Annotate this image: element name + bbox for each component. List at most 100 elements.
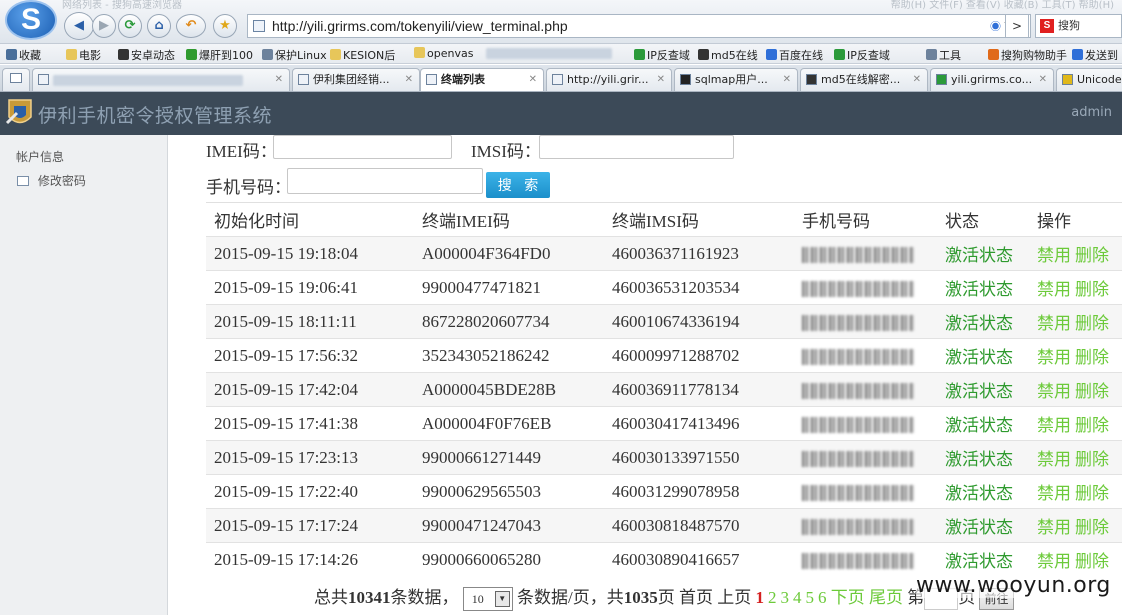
- tab-yili-dealer[interactable]: 伊利集团经销... ✕: [292, 68, 420, 91]
- tab-blurred[interactable]: ✕: [32, 68, 290, 91]
- tab-yili-url[interactable]: http://yili.grir... ✕: [546, 68, 672, 91]
- tab-sqlmap[interactable]: sqlmap用户... ✕: [674, 68, 798, 91]
- cell-init-time: 2015-09-15 19:06:41: [206, 270, 414, 305]
- bookmark-label: IP反查域: [647, 49, 690, 62]
- forward-button[interactable]: ▶: [92, 14, 116, 38]
- delete-link[interactable]: 删除: [1075, 484, 1109, 503]
- bookmark-item[interactable]: IP反查域: [634, 47, 690, 63]
- tab-label: sqlmap用户...: [695, 73, 768, 86]
- bookmark-item[interactable]: 搜狗购物助手: [988, 47, 1067, 63]
- bookmark-item[interactable]: 工具: [926, 47, 961, 63]
- delete-link[interactable]: 删除: [1075, 246, 1109, 265]
- cell-init-time: 2015-09-15 17:41:38: [206, 406, 414, 441]
- home-button[interactable]: ⌂: [147, 14, 171, 38]
- window-icon: [17, 176, 29, 186]
- search-button[interactable]: 搜 索: [486, 172, 550, 198]
- window-title: 网络列表 - 搜狗高速浏览器: [62, 0, 182, 11]
- disable-link[interactable]: 禁用: [1037, 484, 1071, 503]
- go-button[interactable]: >: [1005, 14, 1029, 38]
- address-bar[interactable]: http://yili.grirms.com/tokenyili/view_te…: [247, 14, 1031, 38]
- delete-link[interactable]: 删除: [1075, 552, 1109, 571]
- close-icon[interactable]: ✕: [405, 69, 413, 90]
- watermark: www.wooyun.org: [916, 573, 1111, 598]
- bookmark-item[interactable]: 安卓动态: [118, 47, 175, 63]
- bookmark-item[interactable]: 电影: [66, 47, 101, 63]
- disable-link[interactable]: 禁用: [1037, 416, 1071, 435]
- tab-md5[interactable]: md5在线解密... ✕: [800, 68, 928, 91]
- bookmark-item[interactable]: 保护Linux: [262, 47, 327, 63]
- delete-link[interactable]: 删除: [1075, 382, 1109, 401]
- refresh-button[interactable]: ⟳: [118, 14, 142, 38]
- next-page-link[interactable]: 下页: [831, 588, 865, 607]
- close-icon[interactable]: ✕: [657, 69, 665, 90]
- delete-link[interactable]: 删除: [1075, 348, 1109, 367]
- imei-input[interactable]: [273, 135, 452, 159]
- tab-label: Unicode: [1077, 73, 1122, 86]
- favorite-button[interactable]: ★: [213, 14, 237, 38]
- sogou-browser-logo[interactable]: S: [5, 0, 57, 40]
- browser-menu-bar[interactable]: 帮助(H) 文件(F) 查看(V) 收藏(B) 工具(T) 帮助(H): [891, 0, 1114, 11]
- current-user[interactable]: admin: [1071, 105, 1112, 120]
- page-link[interactable]: 6: [818, 588, 827, 607]
- delete-link[interactable]: 删除: [1075, 314, 1109, 333]
- page-link[interactable]: 2: [768, 588, 777, 607]
- delete-link[interactable]: 删除: [1075, 416, 1109, 435]
- sidebar: 帐户信息 修改密码: [0, 135, 168, 615]
- bookmark-label: KESION后: [343, 49, 396, 62]
- disable-link[interactable]: 禁用: [1037, 246, 1071, 265]
- bookmark-item[interactable]: md5在线: [698, 47, 758, 63]
- close-icon[interactable]: ✕: [783, 69, 791, 90]
- page-link[interactable]: 4: [793, 588, 802, 607]
- disable-link[interactable]: 禁用: [1037, 280, 1071, 299]
- search-engine-input[interactable]: S 搜狗: [1035, 14, 1122, 38]
- prev-page-link[interactable]: 上页: [717, 588, 751, 607]
- tab-terminal-list[interactable]: 终端列表 ✕: [420, 68, 544, 91]
- delete-link[interactable]: 删除: [1075, 518, 1109, 537]
- bookmark-item[interactable]: 收藏: [6, 47, 41, 63]
- bookmark-item[interactable]: 发送到: [1072, 47, 1118, 63]
- disable-link[interactable]: 禁用: [1037, 450, 1071, 469]
- close-icon[interactable]: ✕: [1039, 69, 1047, 90]
- cell-imei: A000004F0F76EB: [414, 406, 604, 441]
- imsi-input[interactable]: [539, 135, 734, 159]
- disable-link[interactable]: 禁用: [1037, 552, 1071, 571]
- cell-status: 激活状态: [937, 270, 1029, 305]
- bookmark-item[interactable]: IP反查域: [834, 47, 890, 63]
- cell-init-time: 2015-09-15 18:11:11: [206, 304, 414, 339]
- cell-phone: [794, 270, 937, 305]
- cell-init-time: 2015-09-15 17:56:32: [206, 338, 414, 373]
- delete-link[interactable]: 删除: [1075, 450, 1109, 469]
- close-icon[interactable]: ✕: [529, 69, 537, 90]
- disable-link[interactable]: 禁用: [1037, 518, 1071, 537]
- disable-link[interactable]: 禁用: [1037, 348, 1071, 367]
- home-icon: ⌂: [154, 18, 164, 33]
- page-size-select[interactable]: 10 ▼: [462, 587, 513, 612]
- tab-menu-button[interactable]: [2, 68, 30, 91]
- bookmark-item[interactable]: 爆肝到100: [186, 47, 253, 63]
- undo-close-button[interactable]: ↶: [176, 14, 206, 38]
- plus-icon: [6, 49, 17, 60]
- tab-yili-domain[interactable]: yili.grirms.co... ✕: [930, 68, 1054, 91]
- disable-link[interactable]: 禁用: [1037, 314, 1071, 333]
- table-row: 2015-09-15 17:42:04 A0000045BDE28B 4600369…: [206, 372, 1122, 407]
- phone-input[interactable]: [287, 168, 483, 194]
- bookmark-item[interactable]: 百度在线: [766, 47, 823, 63]
- bookmark-item[interactable]: openvas: [414, 47, 473, 60]
- sidebar-item-change-password[interactable]: 修改密码: [17, 172, 86, 189]
- cell-imei: 99000629565503: [414, 474, 604, 509]
- close-icon[interactable]: ✕: [913, 69, 921, 90]
- tab-label: yili.grirms.co...: [951, 73, 1033, 86]
- back-button[interactable]: ◀: [64, 12, 94, 40]
- first-page-link[interactable]: 首页: [679, 588, 713, 607]
- per-page-text: 条数据/页，共: [517, 588, 624, 607]
- cell-imei: 352343052186242: [414, 338, 604, 373]
- disable-link[interactable]: 禁用: [1037, 382, 1071, 401]
- bookmark-item[interactable]: KESION后: [330, 47, 395, 63]
- table-row: 2015-09-15 19:18:04 A000004F364FD0 4600363…: [206, 236, 1122, 271]
- page-link[interactable]: 3: [780, 588, 789, 607]
- page-link[interactable]: 5: [805, 588, 814, 607]
- last-page-link[interactable]: 尾页: [869, 588, 903, 607]
- delete-link[interactable]: 删除: [1075, 280, 1109, 299]
- tab-unicode[interactable]: Unicode: [1056, 68, 1122, 91]
- close-icon[interactable]: ✕: [275, 69, 283, 90]
